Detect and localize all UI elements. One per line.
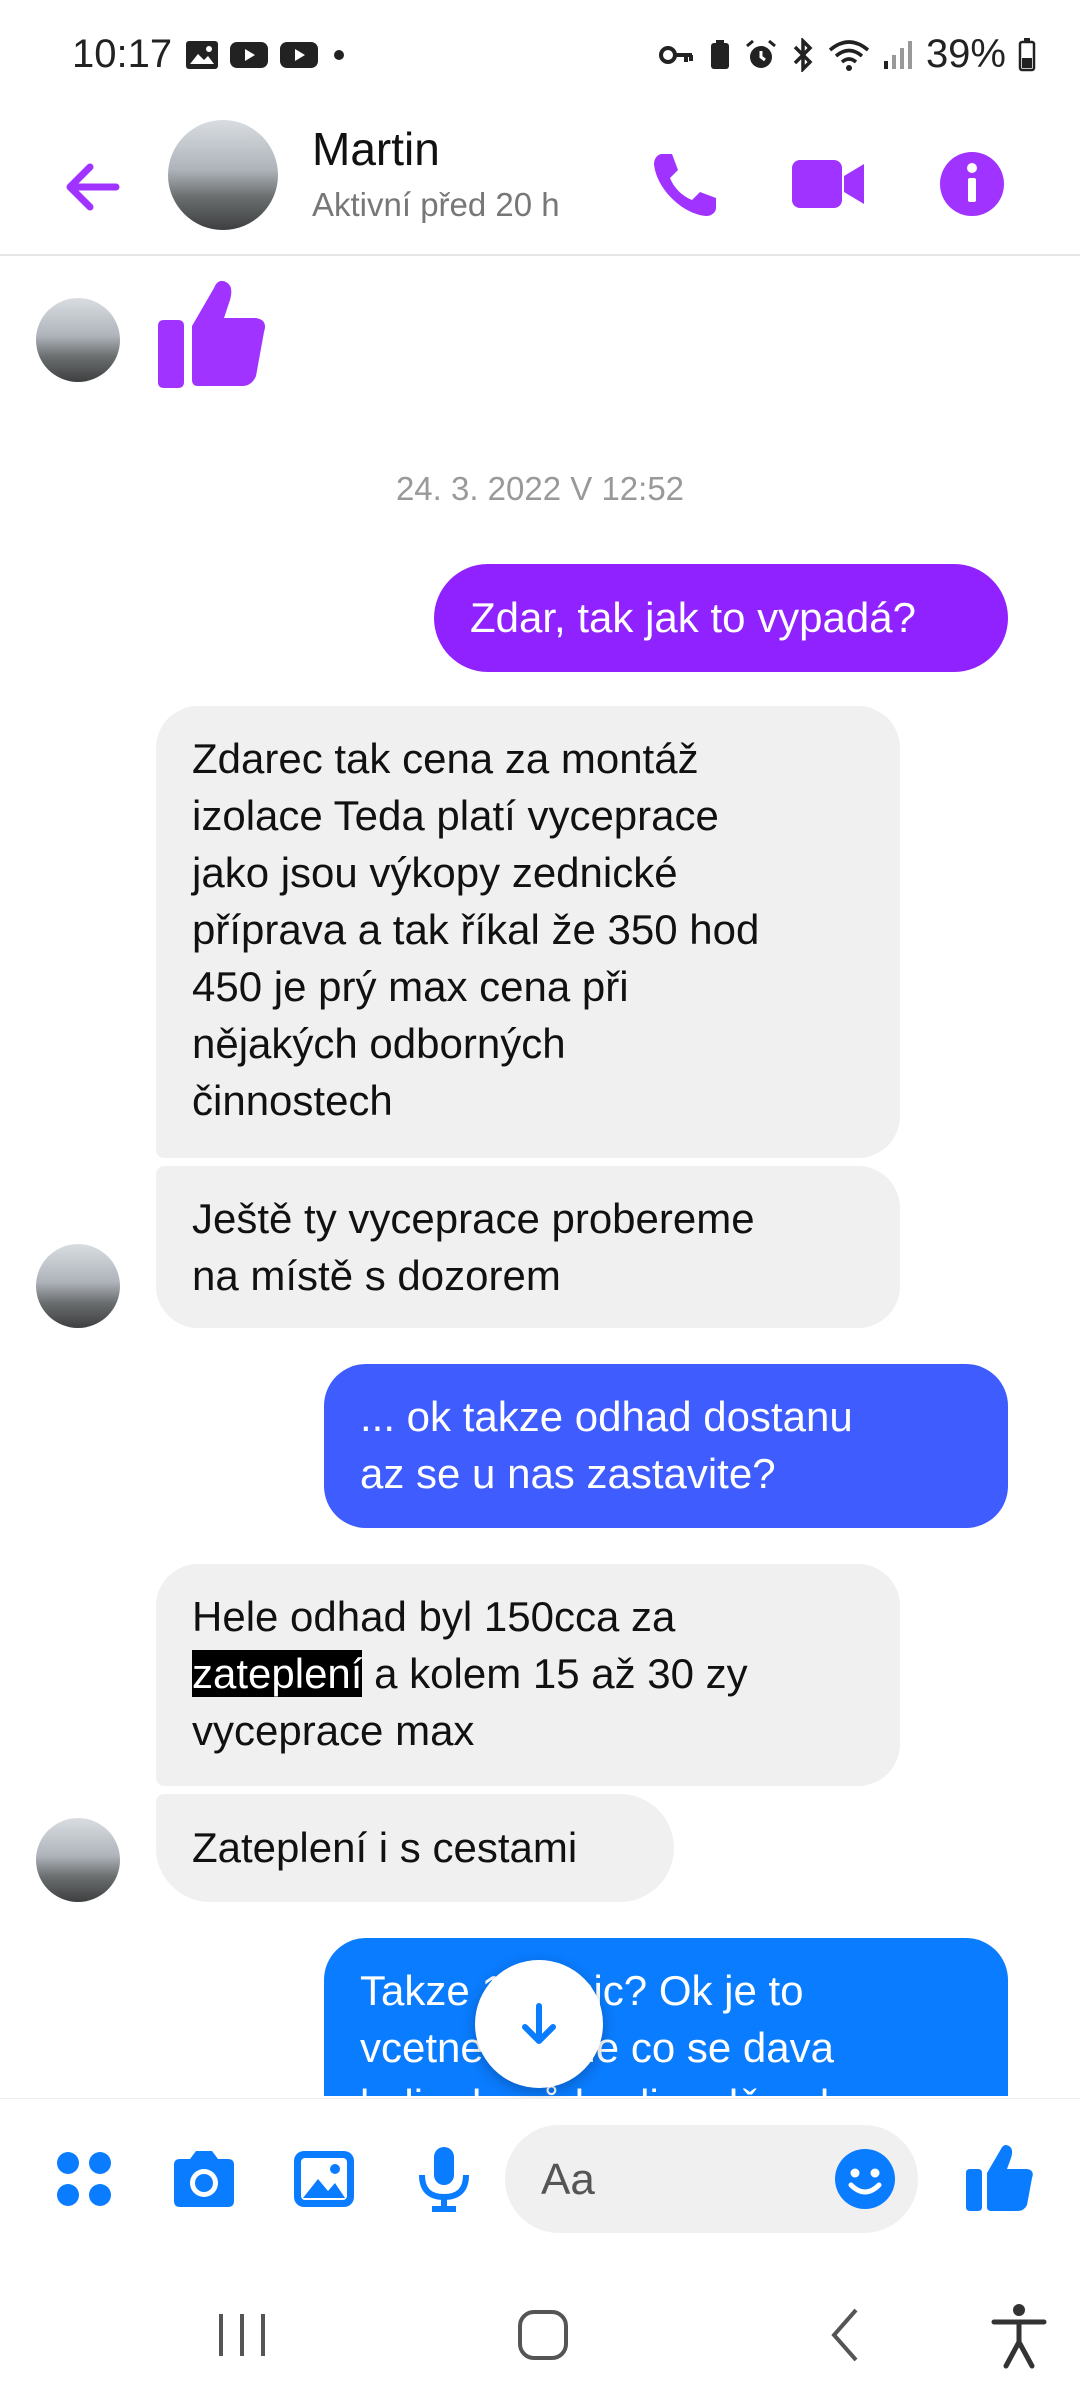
message-input-placeholder: Aa <box>541 2155 595 2204</box>
alarm-icon <box>745 39 776 68</box>
back-arrow-icon[interactable] <box>50 145 134 229</box>
bluetooth-icon <box>793 37 813 72</box>
message-line: zateplení a kolem 15 až 30 zy <box>192 1645 864 1702</box>
battery-percent: 39% <box>925 32 1006 76</box>
back-nav-icon[interactable] <box>812 2300 882 2370</box>
apps-icon[interactable] <box>48 2143 120 2215</box>
battery-icon <box>1018 37 1036 71</box>
camera-icon[interactable] <box>168 2143 240 2215</box>
message-line: příprava a tak říkal že 350 hod <box>192 906 760 953</box>
incoming-message[interactable]: Hele odhad byl 150cca za zateplení a kol… <box>156 1564 900 1786</box>
recents-nav-icon[interactable] <box>207 2300 277 2370</box>
message-line: az se u nas zastavite? <box>360 1450 776 1497</box>
gallery-notification-icon <box>186 41 218 69</box>
message-line: nějakých odborných <box>192 1020 566 1067</box>
notification-icons <box>185 40 349 70</box>
scroll-down-icon <box>522 2003 556 2044</box>
message-line: Ještě ty vyceprace probereme <box>192 1195 755 1242</box>
contact-status: Aktivní před 20 h <box>312 186 560 223</box>
scroll-to-bottom-button[interactable] <box>475 1960 603 2088</box>
sender-avatar[interactable] <box>36 1818 120 1902</box>
like-sticker-icon <box>158 280 265 388</box>
system-nav-bar <box>0 2260 1080 2400</box>
message-line: na místě s dozorem <box>192 1252 561 1299</box>
search-highlight: zateplení <box>192 1650 363 1697</box>
date-separator: 24. 3. 2022 V 12:52 <box>395 470 685 507</box>
youtube-notification-icon <box>230 42 268 68</box>
message-text: a kolem 15 až 30 zy <box>362 1650 748 1697</box>
incoming-message[interactable]: Zdarec tak cena za montáž izolace Teda p… <box>156 706 900 1158</box>
phone-icon[interactable] <box>640 138 732 230</box>
message-input[interactable]: Aa <box>505 2125 918 2233</box>
wifi-icon <box>828 39 870 71</box>
mic-icon[interactable] <box>408 2143 480 2215</box>
more-notifications-dot-icon <box>334 50 344 60</box>
status-bar: 10:17 39% <box>0 0 1080 120</box>
video-icon[interactable] <box>782 138 874 230</box>
message-line: 450 je prý max cena při <box>192 963 629 1010</box>
message-line: ... ok takze odhad dostanu <box>360 1393 853 1440</box>
signal-icon <box>883 40 912 69</box>
message-text: Zdar, tak jak to vypadá? <box>470 594 916 641</box>
incoming-message[interactable]: Zateplení i s cestami <box>156 1794 674 1902</box>
contact-avatar[interactable] <box>168 120 278 230</box>
message-composer: Aa <box>0 2098 1080 2261</box>
info-icon[interactable] <box>926 138 1018 230</box>
outgoing-message[interactable]: Zdar, tak jak to vypadá? <box>434 564 1008 672</box>
incoming-message[interactable]: Ještě ty vyceprace probereme na místě s … <box>156 1166 900 1328</box>
outgoing-message[interactable]: Takze 180tisic? Ok je to vcetne te folie… <box>324 1938 1008 2096</box>
message-list[interactable]: 24. 3. 2022 V 12:52 Zdar, tak jak to vyp… <box>0 256 1080 2096</box>
gallery-icon[interactable] <box>288 2143 360 2215</box>
contact-name[interactable]: Martin <box>312 122 440 176</box>
home-nav-icon[interactable] <box>508 2300 578 2370</box>
message-line: Hele odhad byl 150cca za <box>192 1593 676 1640</box>
status-right: 39% <box>658 32 1036 77</box>
battery-saver-icon <box>710 39 729 69</box>
status-time: 10:17 <box>72 32 173 76</box>
like-icon[interactable] <box>962 2139 1038 2215</box>
outgoing-message[interactable]: ... ok takze odhad dostanu az se u nas z… <box>324 1364 1008 1528</box>
youtube-notification-icon-2 <box>280 42 318 68</box>
message-line: jako jsou výkopy zednické <box>192 849 678 896</box>
sender-avatar[interactable] <box>36 298 120 382</box>
emoji-icon[interactable] <box>829 2143 901 2215</box>
message-line: vyceprace max <box>192 1707 475 1754</box>
message-line: Zdarec tak cena za montáž <box>192 735 699 782</box>
message-line: kolin domů kvuli vodě nebo <box>360 2076 972 2096</box>
message-line: Takze 180tisic? Ok je to <box>360 1967 804 2014</box>
message-text: Zateplení i s cestami <box>192 1824 578 1871</box>
vpn-key-icon <box>658 45 693 64</box>
accessibility-icon[interactable] <box>984 2300 1054 2370</box>
sender-avatar[interactable] <box>36 1244 120 1328</box>
chat-header: Martin Aktivní před 20 h <box>0 120 1080 256</box>
message-line: izolace Teda platí vyceprace <box>192 792 719 839</box>
message-line: činnostech <box>192 1077 393 1124</box>
message-line: vcetne te folie co se dava <box>360 2024 834 2071</box>
